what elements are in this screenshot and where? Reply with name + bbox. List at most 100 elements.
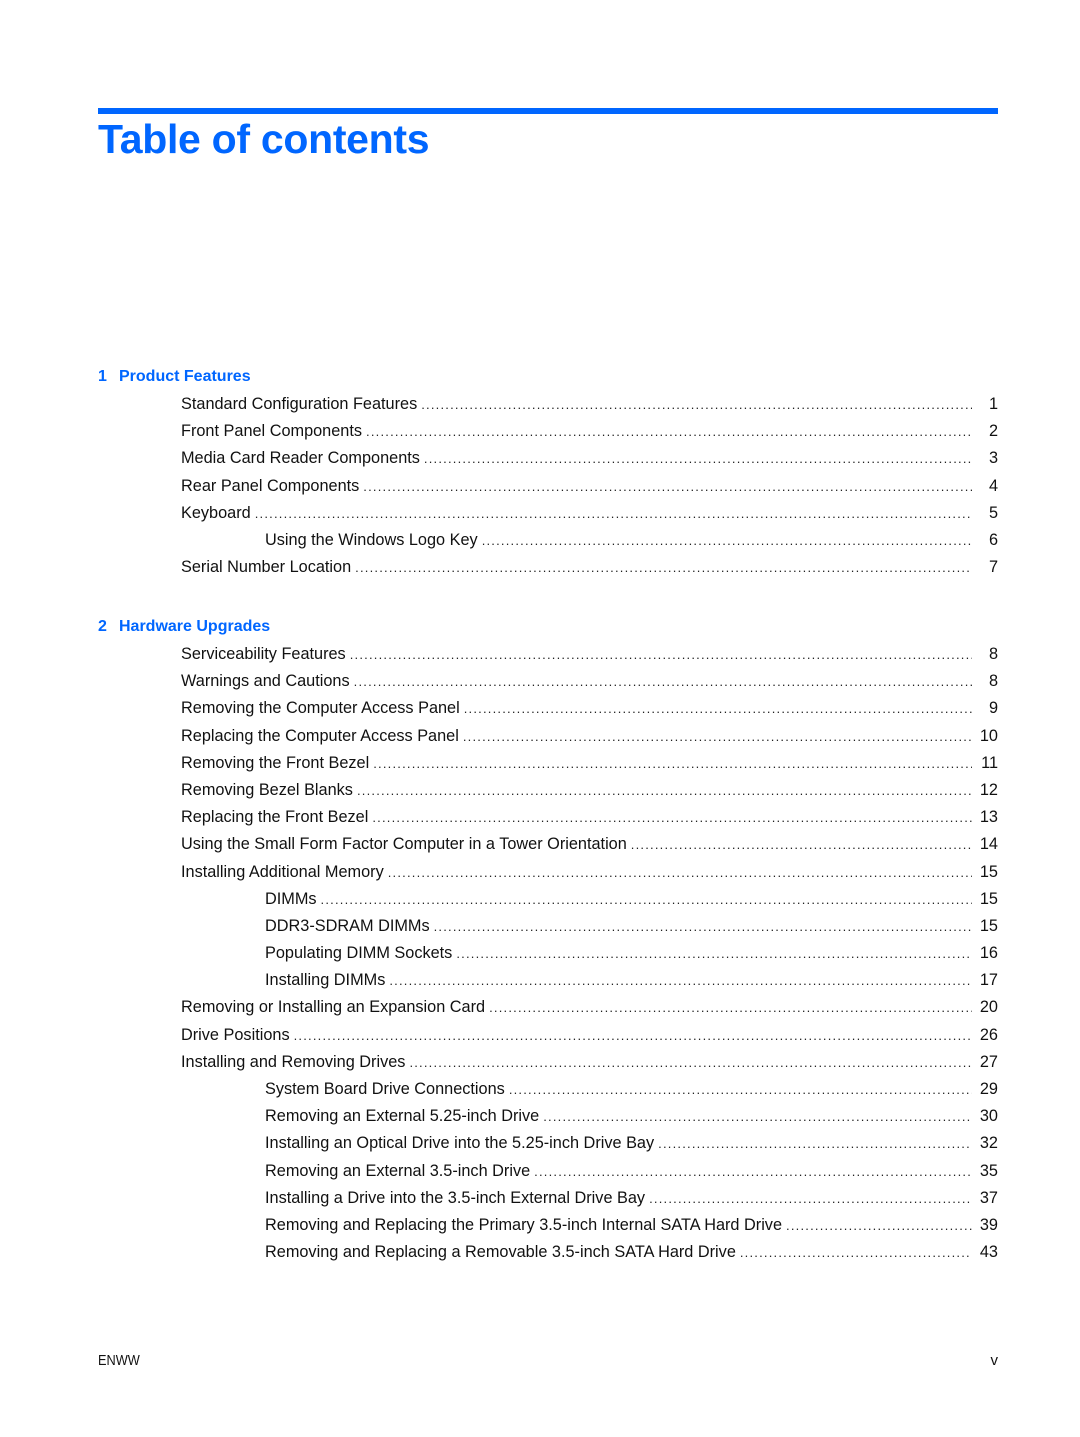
entry-page-number: 8 [988,645,998,663]
toc-entry-link[interactable]: Removing an External 5.25-inch Drive 30 [98,1105,998,1132]
toc-entry-link[interactable]: Front Panel Components 2 [98,420,998,447]
dot-leader [409,1052,972,1074]
entry-page-number: 43 [979,1243,998,1262]
dot-leader [366,421,972,443]
entry-page-number: 14 [979,835,998,854]
entry-title: Removing the Computer Access Panel [181,699,460,718]
dot-leader [786,1215,972,1237]
toc-entry-link[interactable]: Rear Panel Components 4 [98,475,998,502]
dot-leader [373,753,972,775]
toc-entry-link[interactable]: Serial Number Location 7 [98,556,998,583]
entry-title: Drive Positions [181,1025,290,1044]
toc-entry-link[interactable]: DDR3-SDRAM DIMMs 15 [98,915,998,942]
toc-entry-link[interactable]: Installing and Removing Drives 27 [98,1051,998,1078]
page-title: Table of contents [98,116,430,162]
entry-title: Installing a Drive into the 3.5-inch Ext… [265,1188,646,1207]
dot-leader [649,1188,972,1210]
entry-page-number: 1 [988,395,998,413]
entry-title: Keyboard [181,503,251,522]
toc-entry-link[interactable]: Replacing the Computer Access Panel 10 [98,725,998,752]
entry-title: Removing an External 3.5-inch Drive [265,1161,531,1180]
toc-entry-link[interactable]: Installing a Drive into the 3.5-inch Ext… [98,1187,998,1214]
entry-page-number: 29 [979,1080,998,1098]
dot-leader [321,889,972,911]
entry-page-number: 13 [979,808,998,827]
toc-entry-link[interactable]: Keyboard 5 [98,502,998,529]
entry-title: Using the Windows Logo Key [265,530,478,549]
entry-list: Standard Configuration Features 1 Front Pa… [98,393,998,583]
title-rule [98,108,998,114]
entry-page-number: 32 [979,1134,998,1153]
dot-leader [658,1133,972,1155]
toc-entry-link[interactable]: Using the Windows Logo Key 6 [98,529,998,556]
entry-title: Removing and Replacing a Removable 3.5-i… [265,1243,736,1262]
chapter-heading-link[interactable]: 2 Hardware Upgrades [98,616,998,643]
entry-title: Using the Small Form Factor Computer in … [181,835,627,854]
entry-page-number: 7 [988,558,998,577]
entry-title: System Board Drive Connections [265,1080,505,1098]
dot-leader [631,834,972,856]
entry-page-number: 39 [979,1215,998,1234]
toc-entry-link[interactable]: Media Card Reader Components 3 [98,447,998,474]
toc-entry-link[interactable]: Removing and Replacing the Primary 3.5-i… [98,1214,998,1241]
entry-page-number: 9 [988,699,998,718]
entry-title: Serial Number Location [181,558,352,577]
toc-entry-link[interactable]: System Board Drive Connections 29 [98,1078,998,1105]
toc-entry-link[interactable]: Removing Bezel Blanks 12 [98,779,998,806]
chapter-title: Product Features [119,368,251,385]
toc-entry-link[interactable]: Installing an Optical Drive into the 5.2… [98,1132,998,1159]
footer-page-number: v [990,1352,999,1369]
entry-list: Serviceability Features8Warnings and Cau… [98,643,998,1268]
entry-page-number: 5 [988,503,998,522]
entry-title: Warnings and Cautions [181,672,350,691]
entry-title: Standard Configuration Features [181,395,418,413]
toc-entry-link[interactable]: DIMMs 15 [98,888,998,915]
toc-entry-link[interactable]: Drive Positions 26 [98,1024,998,1051]
dot-leader [388,862,972,884]
dot-leader [740,1242,972,1264]
entry-page-number: 4 [988,476,998,495]
dot-leader [464,698,972,720]
dot-leader [357,780,972,802]
entry-title: Serviceability Features [181,645,346,663]
dot-leader [434,916,972,938]
dot-leader [543,1106,972,1128]
chapter-heading-link[interactable]: 1 Product Features [98,366,998,393]
entry-title: Rear Panel Components [181,476,360,495]
dot-leader [350,644,972,666]
dot-leader [363,476,972,498]
entry-title: Front Panel Components [181,422,363,441]
entry-title: Media Card Reader Components [181,449,420,468]
entry-title: Installing and Removing Drives [181,1052,406,1071]
toc-entry-link[interactable]: Removing or Installing an Expansion Card… [98,996,998,1023]
entry-page-number: 37 [979,1188,998,1207]
toc-entry-link[interactable]: Removing the Computer Access Panel 9 [98,697,998,724]
dot-leader [355,557,972,579]
toc-entry-link[interactable]: Populating DIMM Sockets 16 [98,942,998,969]
entry-page-number: 6 [988,530,998,549]
toc-entry-link[interactable]: Serviceability Features 8 [98,643,998,670]
toc-entry-link[interactable]: Using the Small Form Factor Computer in … [98,833,998,860]
toc-entry-link[interactable]: Installing DIMMs 17 [98,969,998,996]
entry-page-number: 20 [979,998,998,1017]
toc-entry-link[interactable]: Removing the Front Bezel 11 [98,752,998,779]
dot-leader [534,1161,972,1183]
toc-entry-link[interactable]: Removing an External 3.5-inch Drive 35 [98,1160,998,1187]
toc-entry-link[interactable]: Installing Additional Memory 15 [98,861,998,888]
entry-title: Populating DIMM Sockets [265,944,453,963]
chapter-section: 2 Hardware Upgrades Serviceability Featu… [98,616,998,1268]
dot-leader [255,503,972,525]
entry-page-number: 11 [981,753,998,772]
entry-page-number: 30 [979,1107,998,1126]
footer-doc-code: ENWW [98,1352,140,1369]
entry-title: Removing or Installing an Expansion Card [181,998,486,1017]
dot-leader [463,726,972,748]
toc-entry-link[interactable]: Standard Configuration Features 1 [98,393,998,420]
toc-entry-link[interactable]: Replacing the Front Bezel 13 [98,806,998,833]
entry-page-number: 2 [988,422,998,441]
entry-title: Installing an Optical Drive into the 5.2… [265,1134,655,1153]
toc-entry-link[interactable]: Warnings and Cautions 8 [98,670,998,697]
entry-page-number: 8 [988,672,998,691]
toc-entry-link[interactable]: Removing and Replacing a Removable 3.5-i… [98,1241,998,1268]
entry-title: Removing Bezel Blanks [181,780,353,799]
